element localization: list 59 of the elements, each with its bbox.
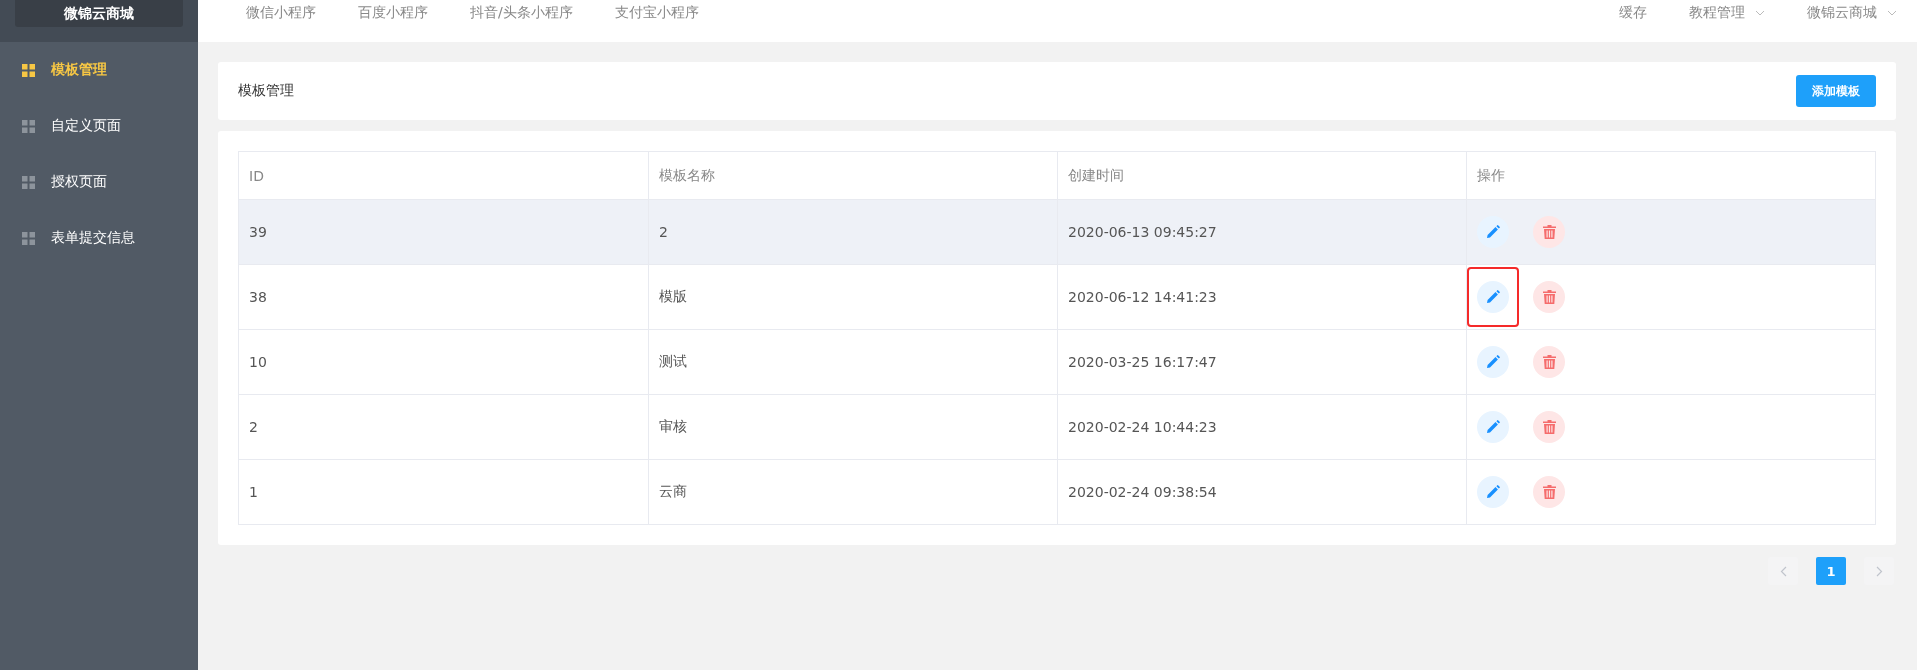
top-nav-tab[interactable]: 支付宝小程序 bbox=[614, 4, 699, 22]
name-cell: 审核 bbox=[659, 418, 687, 436]
top-nav-tab[interactable]: 抖音/头条小程序 bbox=[470, 4, 573, 22]
sidebar-item[interactable]: 表单提交信息 bbox=[0, 210, 198, 266]
pencil-icon bbox=[1486, 225, 1500, 239]
date-cell: 2020-02-24 10:44:23 bbox=[1068, 419, 1217, 435]
add-template-button[interactable]: 添加模板 bbox=[1796, 75, 1876, 107]
dropdown-menu[interactable]: 教程管理 bbox=[1689, 4, 1765, 22]
top-nav-tab[interactable]: 微信小程序 bbox=[246, 4, 316, 22]
edit-button[interactable] bbox=[1477, 281, 1509, 313]
date-cell: 2020-06-12 14:41:23 bbox=[1068, 289, 1217, 305]
trash-icon bbox=[1542, 420, 1556, 434]
trash-icon bbox=[1542, 485, 1556, 499]
name-cell: 测试 bbox=[659, 353, 687, 371]
sidebar-item[interactable]: 自定义页面 bbox=[0, 98, 198, 154]
date-cell: 2020-02-24 09:38:54 bbox=[1068, 484, 1217, 500]
top-nav-tab[interactable]: 百度小程序 bbox=[358, 4, 428, 22]
cache-link[interactable]: 缓存 bbox=[1619, 4, 1647, 22]
dropdown-menu[interactable]: 微锦云商城 bbox=[1807, 4, 1897, 22]
pencil-icon bbox=[1486, 420, 1500, 434]
name-cell: 2 bbox=[659, 224, 668, 240]
name-cell: 模版 bbox=[659, 288, 687, 306]
id-cell: 39 bbox=[249, 224, 267, 240]
date-cell: 2020-03-25 16:17:47 bbox=[1068, 354, 1217, 370]
edit-button[interactable] bbox=[1477, 411, 1509, 443]
edit-button[interactable] bbox=[1477, 216, 1509, 248]
pencil-icon bbox=[1486, 355, 1500, 369]
grid-icon bbox=[22, 63, 35, 77]
delete-button[interactable] bbox=[1533, 346, 1565, 378]
sidebar-item[interactable]: 授权页面 bbox=[0, 154, 198, 210]
caret-icon bbox=[1755, 10, 1765, 16]
chevron-left-icon bbox=[1779, 565, 1787, 577]
name-cell: 云商 bbox=[659, 483, 687, 501]
brand-logo-text: 微锦云商城 bbox=[15, 0, 183, 27]
id-cell: 1 bbox=[249, 484, 258, 500]
delete-button[interactable] bbox=[1533, 476, 1565, 508]
delete-button[interactable] bbox=[1533, 216, 1565, 248]
edit-button[interactable] bbox=[1477, 476, 1509, 508]
delete-button[interactable] bbox=[1533, 411, 1565, 443]
pencil-icon bbox=[1486, 290, 1500, 304]
caret-icon bbox=[1887, 10, 1897, 16]
grid-icon bbox=[22, 119, 35, 133]
trash-icon bbox=[1542, 355, 1556, 369]
id-cell: 2 bbox=[249, 419, 258, 435]
date-cell: 2020-06-13 09:45:27 bbox=[1068, 224, 1217, 240]
pencil-icon bbox=[1486, 485, 1500, 499]
trash-icon bbox=[1542, 290, 1556, 304]
page-title: 模板管理 bbox=[238, 82, 294, 100]
id-cell: 38 bbox=[249, 289, 267, 305]
column-header: ID bbox=[248, 166, 265, 186]
chevron-right-icon bbox=[1875, 565, 1883, 577]
grid-icon bbox=[22, 175, 35, 189]
sidebar-item[interactable]: 模板管理 bbox=[0, 42, 198, 98]
edit-button[interactable] bbox=[1477, 346, 1509, 378]
id-cell: 10 bbox=[249, 354, 267, 370]
page-number-button[interactable]: 1 bbox=[1816, 557, 1846, 585]
delete-button[interactable] bbox=[1533, 281, 1565, 313]
grid-icon bbox=[22, 231, 35, 245]
trash-icon bbox=[1542, 225, 1556, 239]
